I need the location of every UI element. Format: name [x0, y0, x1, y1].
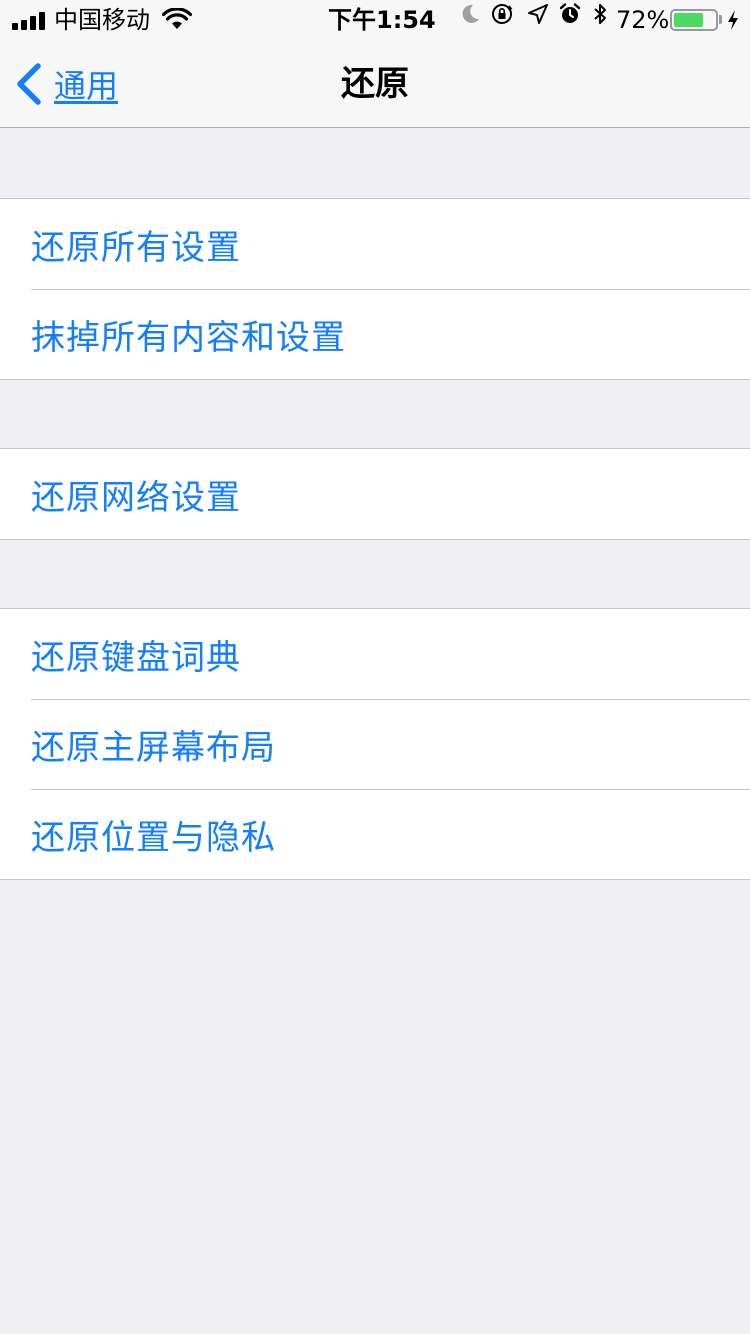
- carrier-name: 中国移动: [54, 6, 150, 34]
- page-title: 还原: [341, 64, 409, 104]
- battery-cap: [719, 15, 722, 24]
- location-icon: [528, 4, 548, 24]
- status-time: 下午1:54: [328, 6, 436, 34]
- row-label: 还原位置与隐私: [31, 817, 276, 858]
- bluetooth-icon: [594, 4, 606, 24]
- battery-icon: [670, 9, 718, 31]
- wifi-icon: [162, 8, 192, 29]
- row-label: 还原网络设置: [31, 477, 241, 518]
- charging-icon: [728, 10, 738, 30]
- signal-icon: [12, 12, 48, 30]
- erase-all-content-row[interactable]: 抹掉所有内容和设置: [0, 289, 750, 379]
- battery-level-fill: [674, 13, 703, 27]
- reset-location-privacy-row[interactable]: 还原位置与隐私: [0, 789, 750, 879]
- status-bar: 中国移动 下午1:54 72%: [0, 0, 750, 40]
- orientation-lock-icon: [492, 4, 513, 24]
- row-label: 还原主屏幕布局: [31, 727, 276, 768]
- navigation-bar: 中国移动 下午1:54 72% 通用 还原: [0, 0, 750, 128]
- row-label: 抹掉所有内容和设置: [31, 317, 346, 358]
- row-label: 还原所有设置: [31, 227, 241, 268]
- alarm-icon: [559, 3, 581, 23]
- reset-home-screen-layout-row[interactable]: 还原主屏幕布局: [0, 699, 750, 789]
- reset-group-3: 还原键盘词典 还原主屏幕布局 还原位置与隐私: [0, 608, 750, 880]
- reset-group-2: 还原网络设置: [0, 448, 750, 540]
- reset-settings-screen: 中国移动 下午1:54 72% 通用 还原 还原所有设置 抹掉所有内容和设置 还…: [0, 0, 750, 1334]
- reset-group-1: 还原所有设置 抹掉所有内容和设置: [0, 198, 750, 380]
- row-label: 还原键盘词典: [31, 637, 241, 678]
- reset-network-settings-row[interactable]: 还原网络设置: [0, 449, 750, 539]
- reset-all-settings-row[interactable]: 还原所有设置: [0, 199, 750, 289]
- reset-keyboard-dictionary-row[interactable]: 还原键盘词典: [0, 609, 750, 699]
- battery-percentage: 72%: [616, 6, 670, 34]
- moon-icon: [462, 4, 479, 23]
